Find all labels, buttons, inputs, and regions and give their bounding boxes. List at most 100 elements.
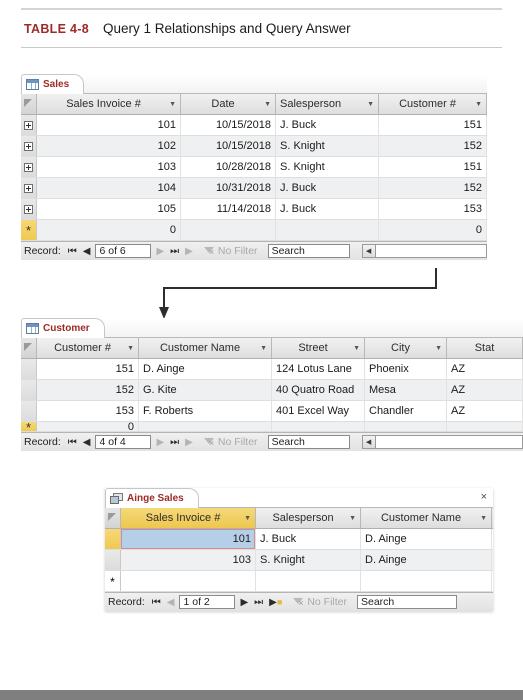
column-header-customer-name[interactable]: Customer Name ▼ <box>139 338 272 358</box>
cell-invoice[interactable]: 102 <box>37 136 181 156</box>
row-selector[interactable] <box>105 550 121 570</box>
cell-salesperson[interactable]: J. Buck <box>276 115 379 135</box>
row-selector[interactable] <box>21 380 37 400</box>
select-all-corner[interactable] <box>21 338 37 358</box>
horizontal-scrollbar[interactable]: ◀ <box>361 244 487 258</box>
chevron-down-icon[interactable]: ▼ <box>257 345 267 352</box>
row-selector[interactable] <box>21 115 37 135</box>
row-selector[interactable] <box>21 401 37 421</box>
cell-name[interactable]: D. Ainge <box>361 529 492 549</box>
table-row[interactable]: 102 10/15/2018 S. Knight 152 <box>21 136 487 157</box>
cell-customer[interactable]: 152 <box>379 178 487 198</box>
cell-customer[interactable]: 0 <box>37 422 139 431</box>
last-record-button[interactable]: ⏭ <box>169 437 180 448</box>
table-row[interactable]: 105 11/14/2018 J. Buck 153 <box>21 199 487 220</box>
table-row[interactable]: 153 F. Roberts 401 Excel Way Chandler AZ <box>21 401 523 422</box>
cell-customer[interactable]: 152 <box>379 136 487 156</box>
scroll-track[interactable] <box>375 436 522 448</box>
tab-ainge-sales[interactable]: Ainge Sales <box>105 488 199 508</box>
cell-date[interactable]: 10/15/2018 <box>181 136 276 156</box>
cell-invoice[interactable]: 103 <box>37 157 181 177</box>
table-row[interactable]: 151 D. Ainge 124 Lotus Lane Phoenix AZ <box>21 359 523 380</box>
row-selector[interactable] <box>105 529 121 549</box>
cell-name[interactable]: F. Roberts <box>139 401 272 421</box>
chevron-down-icon[interactable]: ▼ <box>432 345 442 352</box>
cell-street[interactable]: 401 Excel Way <box>272 401 365 421</box>
row-selector[interactable] <box>21 157 37 177</box>
cell-state[interactable]: AZ <box>447 380 523 400</box>
cell-date[interactable] <box>181 220 276 240</box>
previous-record-button[interactable]: ◀ <box>82 437 92 448</box>
new-record-button[interactable]: ▶ <box>184 437 194 448</box>
new-record-row[interactable]: * 0 0 <box>21 220 487 241</box>
chevron-down-icon[interactable]: ▼ <box>166 101 176 108</box>
cell-invoice[interactable]: 101 <box>37 115 181 135</box>
cell-invoice[interactable]: 0 <box>37 220 181 240</box>
cell-salesperson[interactable]: S. Knight <box>276 157 379 177</box>
filter-status[interactable]: No Filter <box>203 436 258 448</box>
next-record-button[interactable]: ▶ <box>155 437 165 448</box>
cell-street[interactable]: 40 Quatro Road <box>272 380 365 400</box>
cell-salesperson[interactable]: J. Buck <box>276 199 379 219</box>
row-selector[interactable] <box>21 199 37 219</box>
expand-icon[interactable] <box>24 141 33 151</box>
last-record-button[interactable]: ⏭ <box>253 597 264 608</box>
chevron-down-icon[interactable]: ▼ <box>346 515 356 522</box>
scroll-left-icon[interactable]: ◀ <box>362 436 376 448</box>
cell-salesperson[interactable] <box>256 571 361 591</box>
chevron-down-icon[interactable]: ▼ <box>364 101 374 108</box>
previous-record-button[interactable]: ◀ <box>166 597 176 608</box>
chevron-down-icon[interactable]: ▼ <box>350 345 360 352</box>
row-selector[interactable] <box>21 178 37 198</box>
cell-customer[interactable]: 153 <box>37 401 139 421</box>
cell-customer[interactable]: 151 <box>379 157 487 177</box>
column-header-salesperson[interactable]: Salesperson ▼ <box>256 508 361 528</box>
cell-street[interactable] <box>272 422 365 431</box>
cell-city[interactable]: Chandler <box>365 401 447 421</box>
cell-date[interactable]: 10/15/2018 <box>181 115 276 135</box>
cell-customer[interactable]: 0 <box>379 220 487 240</box>
close-icon[interactable]: × <box>481 491 487 503</box>
filter-status[interactable]: No Filter <box>293 596 347 608</box>
table-row[interactable]: 103 10/28/2018 S. Knight 151 <box>21 157 487 178</box>
cell-customer[interactable]: 151 <box>37 359 139 379</box>
cell-city[interactable]: Phoenix <box>365 359 447 379</box>
cell-salesperson[interactable]: S. Knight <box>256 550 361 570</box>
column-header-state[interactable]: Stat <box>447 338 523 358</box>
cell-name[interactable]: G. Kite <box>139 380 272 400</box>
new-record-button[interactable]: ▶■ <box>268 597 283 608</box>
chevron-down-icon[interactable]: ▼ <box>477 515 487 522</box>
cell-name[interactable]: D. Ainge <box>139 359 272 379</box>
new-record-row[interactable]: * <box>105 571 493 592</box>
column-header-date[interactable]: Date ▼ <box>181 94 276 114</box>
expand-icon[interactable] <box>24 183 33 193</box>
last-record-button[interactable]: ⏭ <box>169 246 180 257</box>
record-position-input[interactable]: 1 of 2 <box>179 595 236 609</box>
cell-salesperson[interactable]: J. Buck <box>276 178 379 198</box>
first-record-button[interactable]: ⏮ <box>67 246 78 257</box>
new-record-button[interactable]: ▶ <box>184 246 194 257</box>
first-record-button[interactable]: ⏮ <box>67 437 78 448</box>
first-record-button[interactable]: ⏮ <box>151 597 162 608</box>
tab-sales[interactable]: Sales <box>21 74 85 94</box>
chevron-down-icon[interactable]: ▼ <box>261 101 271 108</box>
record-position-input[interactable]: 4 of 4 <box>95 435 152 449</box>
search-input[interactable]: Search <box>267 244 350 258</box>
table-row[interactable]: 101 J. Buck D. Ainge <box>105 529 493 550</box>
cell-date[interactable]: 10/31/2018 <box>181 178 276 198</box>
tab-customer[interactable]: Customer <box>21 318 105 338</box>
new-record-row[interactable]: * 0 <box>21 422 523 432</box>
column-header-customer-number[interactable]: Customer # ▼ <box>37 338 139 358</box>
cell-salesperson[interactable]: J. Buck <box>256 529 361 549</box>
filter-status[interactable]: No Filter <box>203 245 258 257</box>
table-row[interactable]: 101 10/15/2018 J. Buck 151 <box>21 115 487 136</box>
cell-state[interactable] <box>447 422 523 431</box>
chevron-down-icon[interactable]: ▼ <box>124 345 134 352</box>
table-row[interactable]: 152 G. Kite 40 Quatro Road Mesa AZ <box>21 380 523 401</box>
row-selector[interactable] <box>21 136 37 156</box>
cell-invoice[interactable] <box>121 571 256 591</box>
cell-street[interactable]: 124 Lotus Lane <box>272 359 365 379</box>
scroll-track[interactable] <box>375 245 486 257</box>
select-all-corner[interactable] <box>105 508 121 528</box>
cell-name[interactable]: D. Ainge <box>361 550 492 570</box>
